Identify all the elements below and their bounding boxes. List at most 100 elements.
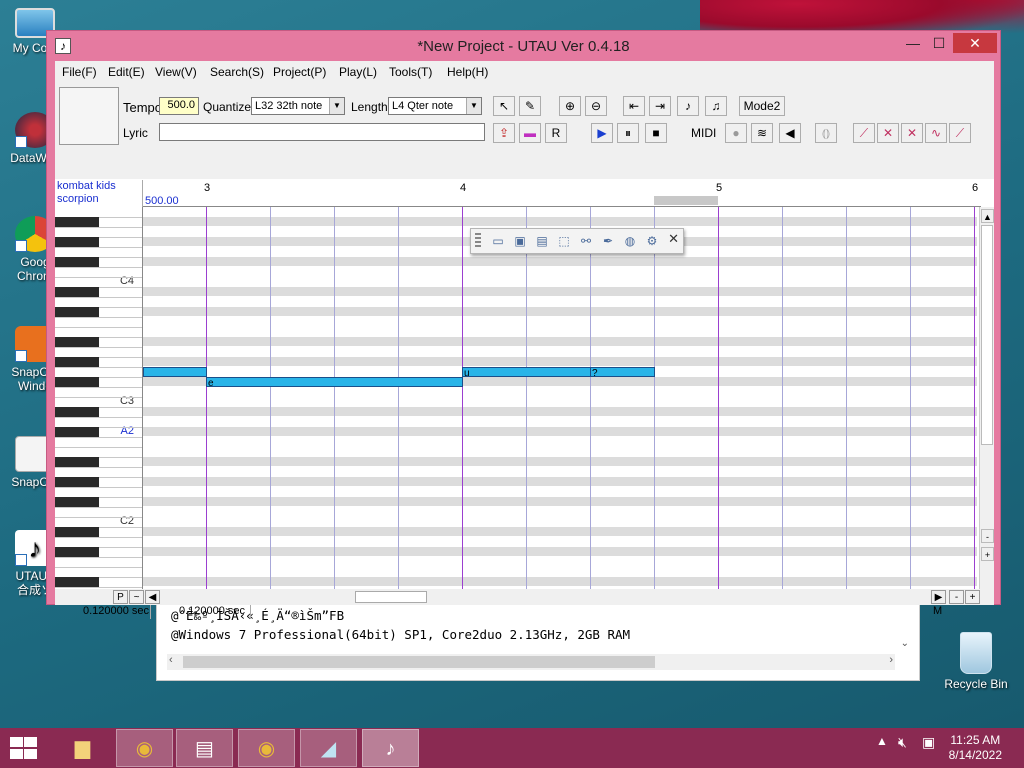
insert-rest-button[interactable]: ▬ <box>519 123 541 143</box>
close-icon[interactable]: ✕ <box>668 231 679 247</box>
zoom-plus-button[interactable]: + <box>965 590 980 604</box>
chevron-up-icon[interactable]: ▲ <box>981 209 994 223</box>
zoom-in-button[interactable]: ⊕ <box>559 96 581 116</box>
insert-r-button[interactable]: R <box>545 123 567 143</box>
floating-tool-palette[interactable]: ▭ ▣ ▤ ⬚ ⚯ ✒ ◍ ⚙ ✕ <box>470 228 684 254</box>
black-key[interactable] <box>55 457 99 467</box>
menu-search[interactable]: Search(S) <box>210 65 264 79</box>
start-button[interactable] <box>8 736 38 760</box>
note[interactable]: ? <box>590 367 655 379</box>
menu-play[interactable]: Play(L) <box>339 65 377 79</box>
lyric-input[interactable] <box>159 123 485 141</box>
menu-tools[interactable]: Tools(T) <box>389 65 432 79</box>
note-grid[interactable]: e u ? <box>143 207 977 589</box>
mode2-button[interactable]: Mode2 <box>739 96 785 116</box>
window-alt-icon[interactable]: ▣ <box>511 233 529 249</box>
black-key[interactable] <box>55 407 99 417</box>
network-icon[interactable]: ⚯ <box>577 233 595 249</box>
scrollbar-thumb[interactable] <box>183 656 655 668</box>
horizontal-scrollbar[interactable]: ‹ › <box>167 654 895 670</box>
track-name[interactable]: kombat kids scorpion <box>57 180 143 208</box>
taskbar-utau[interactable]: ♪ <box>362 729 419 767</box>
length-select[interactable]: L4 Qter note ▼ <box>388 97 482 115</box>
tilde-button[interactable]: ~ <box>129 590 144 604</box>
network-icon[interactable]: ▣ <box>922 734 935 751</box>
stop-button[interactable]: ■ <box>645 123 667 143</box>
quantize-select[interactable]: L32 32th note ▼ <box>251 97 345 115</box>
speaker-button[interactable]: ◀ <box>779 123 801 143</box>
black-key[interactable] <box>55 287 99 297</box>
chevron-down-icon[interactable]: ▼ <box>466 98 481 114</box>
p-button[interactable]: P <box>113 590 128 604</box>
tempo-field[interactable]: 500.0 <box>159 97 199 115</box>
close-button[interactable]: ✕ <box>953 33 997 53</box>
black-key[interactable] <box>55 477 99 487</box>
menu-edit[interactable]: Edit(E) <box>108 65 145 79</box>
taskbar-document-window[interactable]: ▤ <box>176 729 233 767</box>
window-icon[interactable]: ▭ <box>489 233 507 249</box>
note[interactable] <box>143 367 207 377</box>
black-key[interactable] <box>55 307 99 317</box>
black-key[interactable] <box>55 377 99 387</box>
desktop-icon-recycle-bin[interactable]: Recycle Bin <box>940 632 1012 691</box>
black-key[interactable] <box>55 237 99 247</box>
taskbar-chrome-2[interactable]: ◉ <box>238 729 295 767</box>
measure-ruler[interactable]: 500.00 3 4 5 6 <box>143 179 981 207</box>
note-join-button[interactable]: ♫ <box>705 96 727 116</box>
piano-keyboard[interactable]: C4 C3 A2 C2 <box>55 207 143 589</box>
title-bar[interactable]: ♪ *New Project - UTAU Ver 0.4.18 — ☐ ✕ <box>47 31 1000 61</box>
envelope-reset-button[interactable]: ⟋ <box>949 123 971 143</box>
play-button[interactable]: ▶ <box>591 123 613 143</box>
black-key[interactable] <box>55 427 99 437</box>
monitor-icon[interactable]: ▤ <box>533 233 551 249</box>
note[interactable]: u <box>462 367 591 379</box>
menu-file[interactable]: File(F) <box>62 65 97 79</box>
zoom-minus-button[interactable]: - <box>949 590 964 604</box>
chevron-down-icon[interactable]: ▼ <box>329 98 344 114</box>
scrollbar-thumb[interactable] <box>981 225 993 445</box>
taskbar-file-explorer[interactable]: ▆ <box>54 729 111 767</box>
chevron-left-icon[interactable]: ‹ <box>169 654 173 666</box>
chevron-left-icon[interactable]: ◀ <box>145 590 160 604</box>
pause-button[interactable]: ⏸ <box>617 123 639 143</box>
menu-project[interactable]: Project(P) <box>273 65 326 79</box>
envelope-a-button[interactable]: ⟋ <box>853 123 875 143</box>
envelope-b-button[interactable]: ✕ <box>877 123 899 143</box>
eyedropper-icon[interactable]: ✒ <box>599 233 617 249</box>
go-end-button[interactable]: ⇥ <box>649 96 671 116</box>
metronome-button[interactable]: ⦅⦆ <box>815 123 837 143</box>
note[interactable]: e <box>206 377 463 389</box>
black-key[interactable] <box>55 357 99 367</box>
scroll-minus-button[interactable]: - <box>981 529 994 543</box>
chevron-down-icon[interactable]: ⌄ <box>901 638 909 649</box>
show-hidden-icons-icon[interactable]: ▲ <box>876 734 888 748</box>
go-start-button[interactable]: ⇤ <box>623 96 645 116</box>
black-key[interactable] <box>55 527 99 537</box>
black-key[interactable] <box>55 257 99 267</box>
note-split-button[interactable]: ♪ <box>677 96 699 116</box>
insert-note-button[interactable]: ⇪ <box>493 123 515 143</box>
pencil-tool-button[interactable]: ✎ <box>519 96 541 116</box>
vertical-scrollbar[interactable]: ▲ - + <box>979 207 994 589</box>
midi-loop-button[interactable]: ≋ <box>751 123 773 143</box>
scroll-plus-button[interactable]: + <box>981 547 994 561</box>
zoom-out-button[interactable]: ⊖ <box>585 96 607 116</box>
black-key[interactable] <box>55 547 99 557</box>
menu-view[interactable]: View(V) <box>155 65 197 79</box>
scrollbar-thumb[interactable] <box>355 591 427 603</box>
black-key[interactable] <box>55 217 99 227</box>
taskbar-notepad[interactable]: ◢ <box>300 729 357 767</box>
minimize-button[interactable]: — <box>899 33 927 53</box>
taskbar-chrome[interactable]: ◉ <box>116 729 173 767</box>
envelope-d-button[interactable]: ∿ <box>925 123 947 143</box>
clock[interactable]: 11:25 AM 8/14/2022 <box>949 733 1002 763</box>
black-key[interactable] <box>55 577 99 587</box>
volume-muted-icon[interactable]: 🔇︎ <box>898 734 907 751</box>
utau-window[interactable]: ♪ *New Project - UTAU Ver 0.4.18 — ☐ ✕ F… <box>46 30 1001 619</box>
chevron-right-icon[interactable]: ▶ <box>931 590 946 604</box>
globe-icon[interactable]: ◍ <box>621 233 639 249</box>
horizontal-scrollbar[interactable]: P ~ ◀ ▶ - + <box>55 589 994 605</box>
menu-help[interactable]: Help(H) <box>447 65 488 79</box>
envelope-c-button[interactable]: ✕ <box>901 123 923 143</box>
maximize-button[interactable]: ☐ <box>925 33 953 53</box>
